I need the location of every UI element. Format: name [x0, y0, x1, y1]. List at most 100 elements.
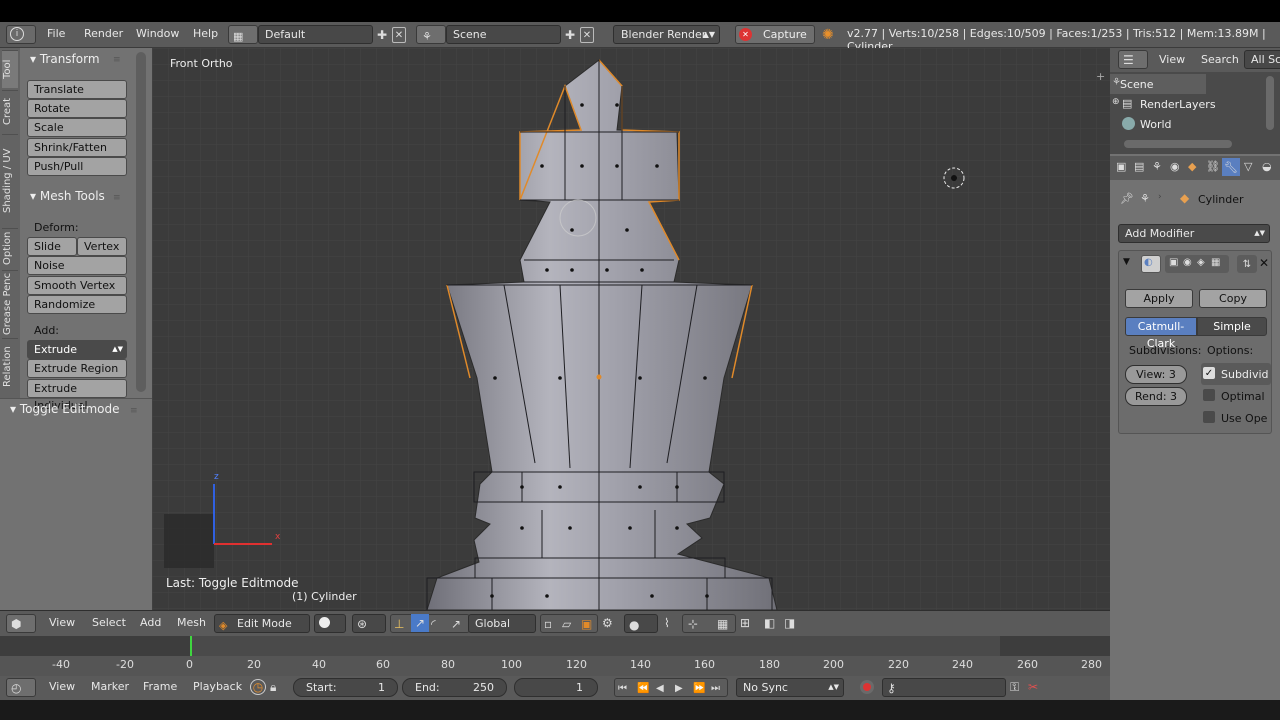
- pin-icon[interactable]: 📌︎: [1120, 192, 1134, 205]
- menu-view[interactable]: View: [49, 616, 75, 629]
- add-scene-icon[interactable]: ✚: [563, 28, 577, 42]
- catmull-clark-toggle[interactable]: Catmull-Clark: [1125, 317, 1197, 350]
- playback-controls[interactable]: ⏮ ⏪ ◀ ▶ ⏩ ⏭: [614, 678, 728, 697]
- viewport-shading-select[interactable]: [314, 614, 346, 633]
- tab-options[interactable]: Option: [2, 228, 18, 268]
- last-operator-label[interactable]: Last: Toggle Editmode: [166, 576, 299, 590]
- apply-button[interactable]: Apply: [1125, 289, 1193, 308]
- scene-type-button[interactable]: ⚘: [416, 25, 446, 44]
- extrude-region-button[interactable]: Extrude Region: [27, 359, 127, 378]
- extrude-individual-button[interactable]: Extrude Individual: [27, 379, 127, 412]
- proportional-edit-select[interactable]: ●: [624, 614, 658, 633]
- capture-button[interactable]: ✕ Capture: [735, 25, 815, 44]
- preview-range-icon[interactable]: ◷: [250, 679, 266, 695]
- editor-type-button[interactable]: i: [6, 25, 36, 44]
- drag-handle-icon[interactable]: ≡: [130, 406, 138, 416]
- modifier-name-field[interactable]: ◐: [1141, 255, 1161, 273]
- menu-render[interactable]: Render: [84, 27, 123, 40]
- material-tab-icon[interactable]: ◒: [1262, 160, 1272, 173]
- remove-modifier-icon[interactable]: ✕: [1259, 256, 1269, 270]
- menu-marker[interactable]: Marker: [91, 680, 129, 693]
- drag-handle-icon[interactable]: ≡: [113, 55, 121, 65]
- subdivide-uvs-option[interactable]: ✓ Subdivid: [1201, 363, 1271, 385]
- menu-frame[interactable]: Frame: [143, 680, 177, 693]
- checkbox-icon[interactable]: [1203, 389, 1215, 401]
- slide-vertex-button[interactable]: Vertex: [77, 237, 127, 256]
- menu-view[interactable]: View: [49, 680, 75, 693]
- collapse-arrow-icon[interactable]: ▼: [1123, 257, 1130, 267]
- sync-mode-select[interactable]: No Sync ▲▼: [736, 678, 844, 697]
- menu-search[interactable]: Search: [1201, 53, 1239, 66]
- end-frame-field[interactable]: End: 250: [402, 678, 507, 697]
- scene-tab-icon[interactable]: ⚘: [1152, 160, 1162, 173]
- proportional-falloff-icon[interactable]: ⌇: [664, 616, 670, 630]
- tab-grease-pencil[interactable]: Grease Penc: [2, 270, 18, 336]
- n-panel-toggle-icon[interactable]: +: [1096, 70, 1105, 83]
- editor-type-button[interactable]: ◴: [6, 678, 36, 697]
- mode-select[interactable]: ◈ Edit Mode: [214, 614, 310, 633]
- menu-file[interactable]: File: [47, 27, 65, 40]
- view-levels-field[interactable]: View: 3: [1125, 365, 1187, 384]
- tab-create[interactable]: Creat: [2, 90, 18, 132]
- select-mode-group[interactable]: ▫ ▱ ▣: [540, 614, 598, 633]
- copy-button[interactable]: Copy: [1199, 289, 1267, 308]
- occlude-geometry-icon[interactable]: ⚙: [602, 616, 613, 630]
- tab-tool[interactable]: Tool: [2, 50, 18, 88]
- checkbox-checked-icon[interactable]: ✓: [1203, 367, 1215, 379]
- lock-icon[interactable]: 🔒︎: [270, 680, 276, 695]
- render-image-icon[interactable]: ◧: [764, 616, 775, 630]
- outliner-row-scene[interactable]: ⚘ Scene: [1110, 74, 1206, 94]
- add-modifier-select[interactable]: Add Modifier ▲▼: [1118, 224, 1270, 243]
- pivot-select[interactable]: ⊛: [352, 614, 386, 633]
- timeline[interactable]: -40 -20 0 20 40 60 80 100 120 140 160 18…: [0, 636, 1110, 676]
- render-levels-field[interactable]: Rend: 3: [1125, 387, 1187, 406]
- snap-group[interactable]: ⊹ ▦: [682, 614, 736, 633]
- mirror-icon[interactable]: ⊞: [740, 616, 750, 630]
- push-pull-button[interactable]: Push/Pull: [27, 157, 127, 176]
- render-engine-select[interactable]: Blender Render ▲▼: [613, 25, 720, 44]
- renderlayers-tab-icon[interactable]: ▤: [1134, 160, 1144, 173]
- optimal-display-option[interactable]: Optimal: [1201, 385, 1271, 407]
- randomize-button[interactable]: Randomize: [27, 295, 127, 314]
- outliner-row-world[interactable]: World: [1110, 114, 1230, 134]
- transform-panel-header[interactable]: ▾ Transform: [30, 52, 100, 66]
- simple-toggle[interactable]: Simple: [1197, 317, 1267, 336]
- current-frame-cursor[interactable]: [190, 636, 192, 656]
- keying-set-field[interactable]: ⚷: [882, 678, 1006, 697]
- visibility-toggles[interactable]: ▣ ◉ ◈ ▦: [1165, 255, 1229, 273]
- use-opensubdiv-option[interactable]: Use Ope: [1201, 407, 1271, 429]
- start-frame-field[interactable]: Start: 1: [293, 678, 398, 697]
- display-mode-select[interactable]: All Sc: [1244, 50, 1280, 69]
- modifiers-tab-icon[interactable]: 🔧︎: [1222, 158, 1240, 176]
- menu-view[interactable]: View: [1159, 53, 1185, 66]
- shrink-fatten-button[interactable]: Shrink/Fatten: [27, 138, 127, 157]
- extrude-menu[interactable]: Extrude ▲▼: [27, 340, 127, 359]
- world-tab-icon[interactable]: ◉: [1170, 160, 1180, 173]
- menu-add[interactable]: Add: [140, 616, 161, 629]
- editor-type-button[interactable]: ☰: [1118, 50, 1148, 69]
- menu-help[interactable]: Help: [193, 27, 218, 40]
- insert-keyframe-icon[interactable]: ⚿: [1010, 680, 1019, 695]
- delete-keyframe-icon[interactable]: ✂: [1028, 680, 1038, 694]
- editor-type-button[interactable]: ⬢: [6, 614, 36, 633]
- delete-scene-icon[interactable]: ✕: [580, 27, 594, 43]
- noise-button[interactable]: Noise: [27, 256, 127, 275]
- delete-layout-icon[interactable]: ✕: [392, 27, 406, 43]
- scale-button[interactable]: Scale: [27, 118, 127, 137]
- manipulator-group[interactable]: ⊥ ↗ ◜ ↗: [390, 614, 470, 633]
- outliner-h-scrollbar[interactable]: [1124, 140, 1232, 148]
- layout-field[interactable]: Default: [258, 25, 373, 44]
- transform-orientation-select[interactable]: Global: [468, 614, 536, 633]
- scene-field[interactable]: Scene: [446, 25, 561, 44]
- checkbox-icon[interactable]: [1203, 411, 1215, 423]
- menu-window[interactable]: Window: [136, 27, 179, 40]
- rotate-button[interactable]: Rotate: [27, 99, 127, 118]
- layout-type-button[interactable]: ▦: [228, 25, 258, 44]
- current-frame-field[interactable]: 1: [514, 678, 598, 697]
- record-icon[interactable]: [860, 680, 874, 694]
- tab-shading-uv[interactable]: Shading / UV: [2, 134, 18, 226]
- menu-playback[interactable]: Playback: [193, 680, 242, 693]
- move-modifier-icon[interactable]: ⇅: [1237, 255, 1257, 273]
- drag-handle-icon[interactable]: ≡: [113, 193, 121, 203]
- toggle-editmode-panel-header[interactable]: ▾ Toggle Editmode: [10, 402, 120, 416]
